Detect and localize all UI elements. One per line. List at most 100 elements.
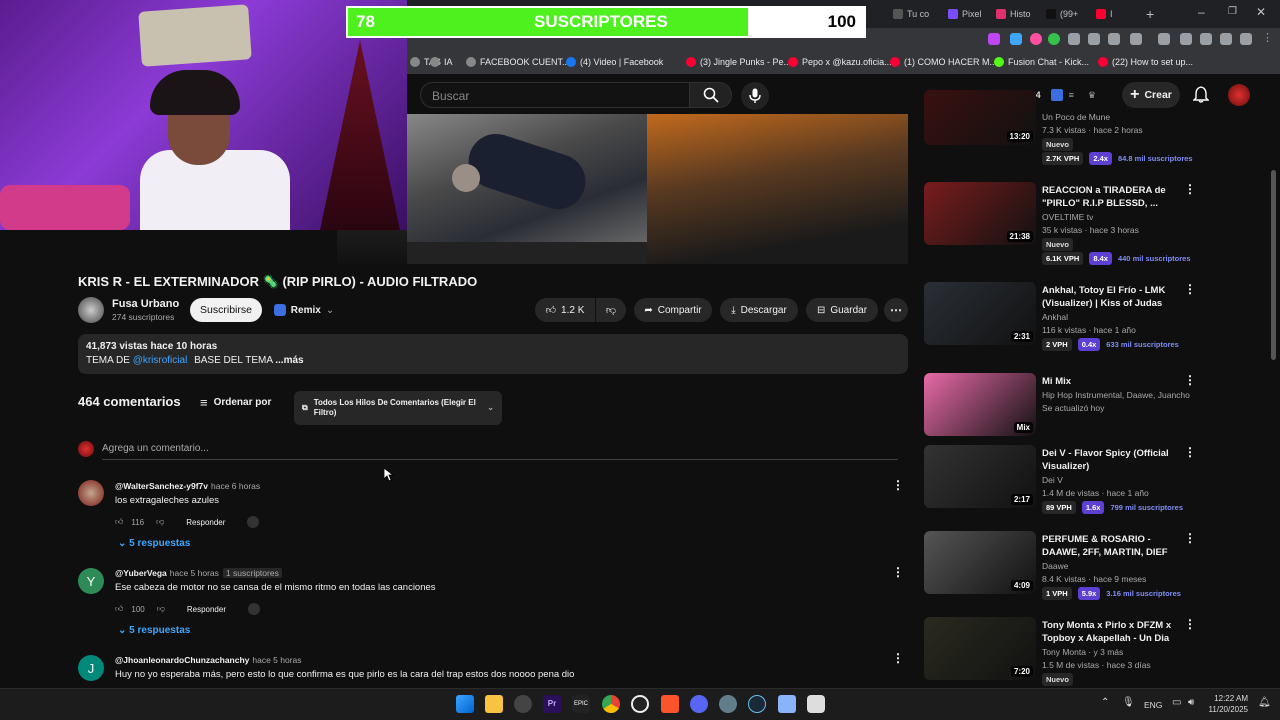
clock[interactable]: 12:22 AM 11/20/2025 [1208,693,1248,715]
related-video-more-icon[interactable]: ⋮ [1184,282,1196,296]
more-actions-button[interactable]: ⋯ [884,298,908,322]
comment-avatar[interactable]: Y [78,568,104,594]
browser-tab[interactable]: I [1096,4,1113,24]
related-video-title[interactable]: Ankhal, Totoy El Frío - LMK (Visualizer)… [1042,284,1182,310]
taskbar-app-icon[interactable] [514,695,532,713]
browser-tab[interactable]: Tu co [893,4,929,24]
video-player[interactable] [337,114,908,264]
thumbs-up-icon[interactable]: 👍︎ [115,517,123,527]
bookmark-item[interactable]: (3) Jingle Punks - Pe... [686,57,791,67]
extension-icon[interactable] [1240,33,1252,45]
extension-icon[interactable] [1108,33,1120,45]
related-video-thumbnail[interactable]: 4:09 [924,531,1036,594]
language-indicator[interactable]: ENG [1144,700,1162,710]
discord-icon[interactable] [690,695,708,713]
comment-username[interactable]: @JhoanleonardoChunzachanchy [115,655,249,665]
photos-icon[interactable] [778,695,796,713]
related-video-channel[interactable]: Daawe [1042,561,1068,571]
related-video-title[interactable]: PERFUME & ROSARIO - DAAWE, 2FF, MARTIN, … [1042,533,1182,559]
related-video-more-icon[interactable]: ⋮ [1184,182,1196,196]
minimize-button[interactable]: – [1198,5,1205,19]
list-icon[interactable]: ≡ [1069,90,1074,100]
extension-icon[interactable] [1158,33,1170,45]
description-link[interactable]: @krisroficial [133,355,188,366]
related-video-title[interactable]: Tony Monta x Pirlo x DFZM x Topboy x Aka… [1042,619,1182,645]
related-video-thumbnail[interactable]: 13:20 [924,90,1036,145]
notifications-bell-icon[interactable] [1192,86,1210,106]
network-icon[interactable]: ▭ [1172,697,1181,708]
create-button[interactable]: + Crear [1122,82,1180,108]
epic-games-icon[interactable]: EPIC [572,695,590,713]
speaker-icon[interactable]: 🔊︎ [1188,697,1194,708]
related-video-title[interactable]: REACCION a TIRADERA de "PIRLO" R.I.P BLE… [1042,184,1182,210]
dislike-button[interactable]: 👎︎ [596,298,626,322]
extension-icon[interactable] [988,33,1000,45]
reply-button[interactable]: Responder [186,518,225,527]
extension-icon[interactable] [1130,33,1142,45]
bookmark-item[interactable]: FACEBOOK CUENT... [466,57,570,67]
comment-username[interactable]: @WalterSanchez-y9f7v [115,481,208,491]
related-video-thumbnail[interactable]: 2:17 [924,445,1036,508]
subscribe-button[interactable]: Suscribirse [190,298,262,322]
add-comment-input[interactable]: Agrega un comentario... [102,443,898,460]
browser-tab[interactable]: Pixel [948,4,982,24]
description-box[interactable]: 41,873 vistas hace 10 horas TEMA DE @kri… [78,334,908,374]
thumbs-up-icon[interactable]: 👍︎ [115,604,123,614]
save-button[interactable]: ⊟ Guardar [806,298,878,322]
bookmark-item[interactable]: Fusion Chat - Kick... [994,57,1089,67]
premiere-icon[interactable]: Pr [543,695,561,713]
bookmark-item[interactable]: IA [430,57,453,67]
related-video-title[interactable]: Dei V - Flavor Spicy (Official Visualize… [1042,447,1182,473]
tray-chevron-icon[interactable]: ⌃ [1101,697,1109,708]
translate-icon[interactable] [248,603,260,615]
thumbs-down-icon[interactable]: 👎︎ [157,604,165,614]
comment-filter-select[interactable]: ⧉ Todos Los Hilos De Comentarios (Elegir… [294,391,502,425]
bookmark-item[interactable]: (22) How to set up... [1098,57,1193,67]
extension-icon[interactable] [1010,33,1022,45]
bookmark-item[interactable]: (1) COMO HACER M... [890,57,997,67]
sort-button[interactable]: ≡ Ordenar por [200,395,271,410]
channel-name[interactable]: Fusa Urbano [112,298,179,310]
sidebar-scrollbar[interactable] [1271,170,1276,360]
translate-icon[interactable] [247,516,260,528]
extension-icon[interactable] [1220,33,1232,45]
related-video-channel[interactable]: Dei V [1042,475,1063,485]
download-button[interactable]: ⤓ Descargar [720,298,798,322]
related-video-channel[interactable]: Ankhal [1042,312,1068,322]
comment-more-icon[interactable]: ⋮ [892,478,904,492]
thumbs-down-icon[interactable]: 👎︎ [156,517,164,527]
related-video-more-icon[interactable]: ⋮ [1184,373,1196,387]
extension-icon[interactable] [1200,33,1212,45]
taskbar-app-icon[interactable] [807,695,825,713]
comment-more-icon[interactable]: ⋮ [892,565,904,579]
related-video-more-icon[interactable]: ⋮ [1184,531,1196,545]
steam-icon[interactable] [748,695,766,713]
like-button[interactable]: 👍︎ 1.2 K [535,298,595,322]
extension-icon[interactable] [1088,33,1100,45]
start-menu-icon[interactable] [456,695,474,713]
related-video-channel[interactable]: OVELTIME tv [1042,212,1093,222]
extension-icon[interactable] [1050,89,1063,101]
close-window-button[interactable]: ✕ [1256,5,1266,19]
trophy-icon[interactable]: ♛ [1088,90,1096,101]
replies-toggle[interactable]: ⌄ 5 respuestas [118,625,190,636]
extension-icon[interactable] [1180,33,1192,45]
browser-tab[interactable]: (99+ [1046,4,1078,24]
notification-center-icon[interactable]: 🔔︎ [1258,697,1271,708]
settings-gear-icon[interactable] [719,695,737,713]
maximize-button[interactable]: ❐ [1228,6,1237,17]
extension-icon[interactable] [1048,33,1060,45]
related-video-thumbnail[interactable]: 21:38 [924,182,1036,245]
chrome-icon[interactable] [602,695,620,713]
microphone-tray-icon[interactable]: 🎙︎ [1122,697,1135,708]
bookmark-item[interactable]: (4) Video | Facebook [566,57,663,67]
related-video-channel[interactable]: Un Poco de Mune [1042,112,1110,122]
replies-toggle[interactable]: ⌄ 5 respuestas [118,538,190,549]
new-tab-button[interactable]: + [1146,6,1154,22]
bookmark-item[interactable]: Pepo x @kazu.oficia... [788,57,892,67]
comment-more-icon[interactable]: ⋮ [892,651,904,665]
related-video-thumbnail[interactable]: Mix [924,373,1036,436]
share-button[interactable]: ➦ Compartir [634,298,712,322]
extension-icon[interactable] [1030,33,1042,45]
comment-avatar[interactable] [78,480,104,506]
